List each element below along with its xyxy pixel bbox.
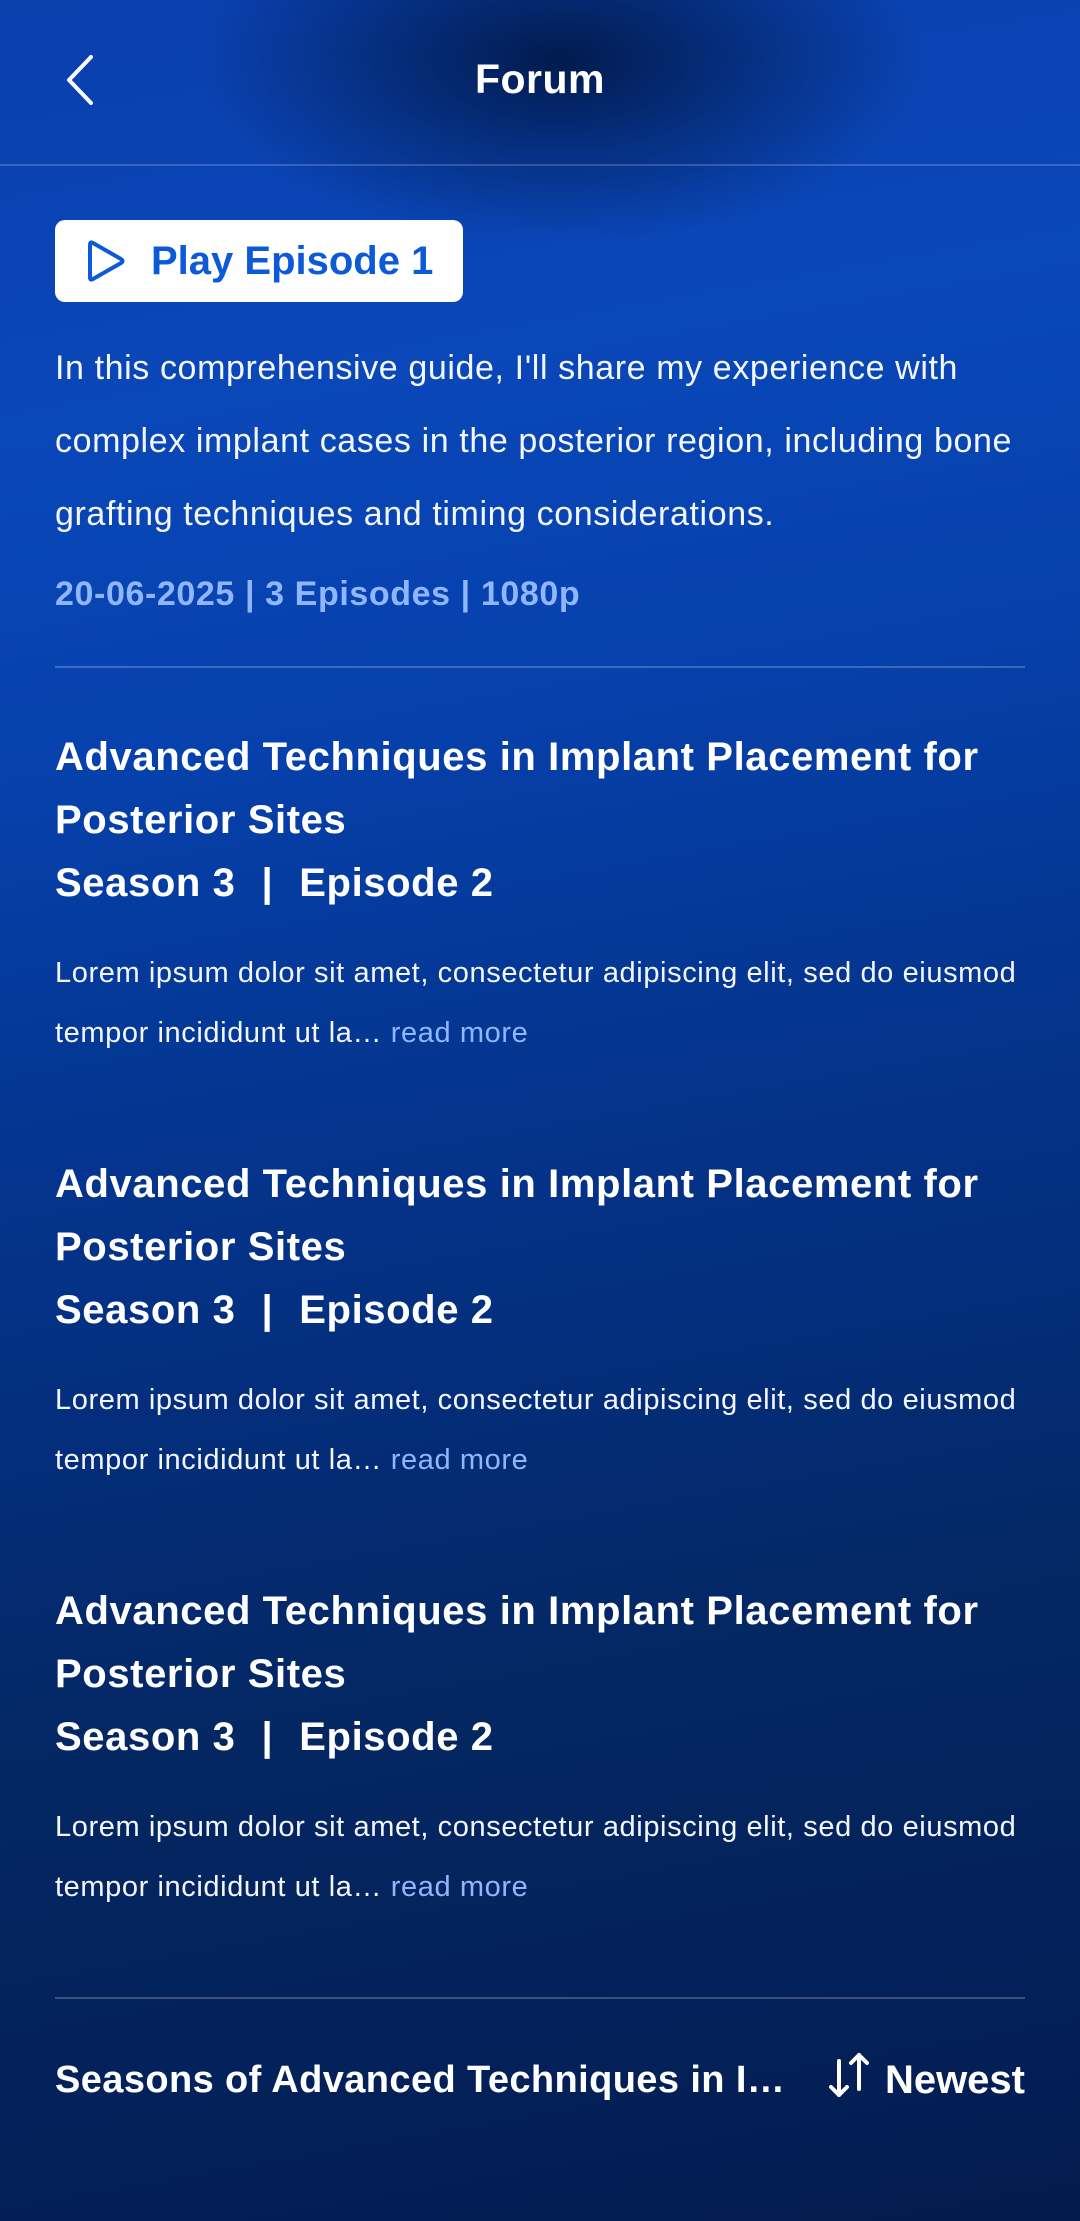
read-more-link[interactable]: read more <box>391 1444 529 1476</box>
episode-season-line: Season 3 | Episode 2 <box>55 852 1025 915</box>
seasons-title: Seasons of Advanced Techniques in Implan… <box>55 2058 785 2101</box>
play-icon <box>85 238 127 284</box>
play-episode-button[interactable]: Play Episode 1 <box>55 220 464 302</box>
series-description: In this comprehensive guide, I'll share … <box>55 349 1013 533</box>
episode-label: Episode 2 <box>299 1715 494 1759</box>
season-label: Season 3 <box>55 1715 236 1759</box>
episode-excerpt: Lorem ipsum dolor sit amet, consectetur … <box>55 1370 1025 1490</box>
excerpt-text: Lorem ipsum dolor sit amet, consectetur … <box>55 957 1017 1049</box>
season-label: Season 3 <box>55 1288 236 1332</box>
sort-label: Newest <box>884 2057 1025 2102</box>
episode-label: Episode 2 <box>299 1288 494 1332</box>
app-header: Forum <box>0 0 1080 166</box>
divider <box>55 1997 1025 1999</box>
season-label: Season 3 <box>55 861 236 905</box>
sort-arrows-icon <box>827 2051 871 2109</box>
divider <box>55 666 1025 668</box>
episode-season-line: Season 3 | Episode 2 <box>55 1279 1025 1342</box>
sort-button[interactable]: Newest <box>827 2051 1025 2109</box>
episode-label: Episode 2 <box>299 861 494 905</box>
main-content: Play Episode 1 In this comprehensive gui… <box>55 220 1025 2109</box>
separator: | <box>261 1288 274 1332</box>
episode-excerpt: Lorem ipsum dolor sit amet, consectetur … <box>55 1797 1025 1917</box>
page-title: Forum <box>474 56 606 102</box>
excerpt-text: Lorem ipsum dolor sit amet, consectetur … <box>55 1384 1017 1476</box>
separator: | <box>261 1715 274 1759</box>
separator: | <box>261 861 274 905</box>
episode-item[interactable]: Advanced Techniques in Implant Placement… <box>55 1153 1025 1490</box>
episode-excerpt: Lorem ipsum dolor sit amet, consectetur … <box>55 943 1025 1063</box>
series-meta: 20-06-2025 | 3 Episodes | 1080p <box>55 575 581 613</box>
play-episode-label: Play Episode 1 <box>151 238 434 283</box>
excerpt-text: Lorem ipsum dolor sit amet, consectetur … <box>55 1811 1017 1903</box>
read-more-link[interactable]: read more <box>391 1871 529 1903</box>
read-more-link[interactable]: read more <box>391 1017 529 1049</box>
episode-title: Advanced Techniques in Implant Placement… <box>55 1589 979 1696</box>
episode-item[interactable]: Advanced Techniques in Implant Placement… <box>55 1580 1025 1917</box>
episode-item[interactable]: Advanced Techniques in Implant Placement… <box>55 726 1025 1063</box>
episode-title: Advanced Techniques in Implant Placement… <box>55 735 979 842</box>
episode-season-line: Season 3 | Episode 2 <box>55 1706 1025 1769</box>
seasons-header: Seasons of Advanced Techniques in Implan… <box>55 2051 1025 2109</box>
episode-title: Advanced Techniques in Implant Placement… <box>55 1162 979 1269</box>
